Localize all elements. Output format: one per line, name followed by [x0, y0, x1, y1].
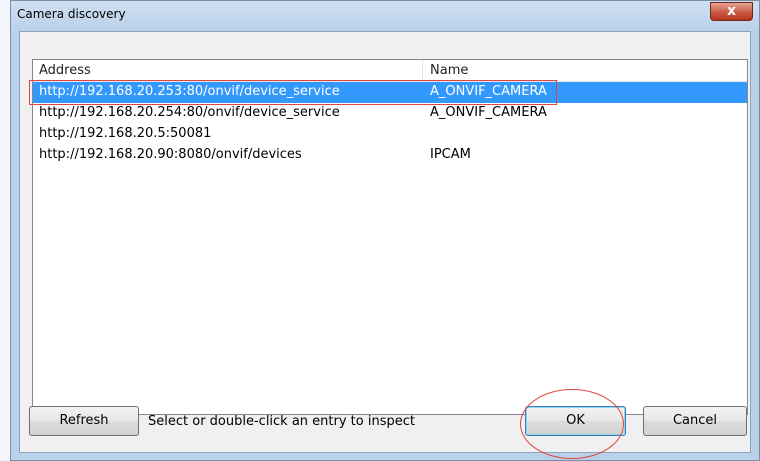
close-button[interactable]: x — [710, 2, 753, 21]
list-item[interactable]: http://192.168.20.254:80/onvif/device_se… — [33, 103, 747, 124]
cancel-button[interactable]: Cancel — [643, 406, 747, 436]
list-item-address: http://192.168.20.253:80/onvif/device_se… — [39, 84, 340, 99]
close-icon: x — [726, 3, 737, 19]
camera-discovery-dialog: Camera discovery x Address Name http://1… — [10, 0, 760, 461]
title-bar[interactable]: Camera discovery x — [11, 1, 759, 31]
status-text: Select or double-click an entry to inspe… — [148, 414, 415, 429]
list-header: Address Name — [33, 60, 747, 82]
list-item-name: A_ONVIF_CAMERA — [430, 84, 547, 99]
list-item-address: http://192.168.20.5:50081 — [39, 126, 212, 141]
list-item[interactable]: http://192.168.20.90:8080/onvif/devices … — [33, 145, 747, 166]
column-header-name[interactable]: Name — [430, 63, 468, 78]
window-title: Camera discovery — [17, 7, 126, 21]
list-item-address: http://192.168.20.254:80/onvif/device_se… — [39, 105, 340, 120]
column-header-address[interactable]: Address — [39, 63, 91, 78]
dialog-client-area: Address Name http://192.168.20.253:80/on… — [19, 31, 751, 453]
list-item-address: http://192.168.20.90:8080/onvif/devices — [39, 147, 302, 162]
refresh-button[interactable]: Refresh — [29, 406, 139, 436]
camera-list[interactable]: Address Name http://192.168.20.253:80/on… — [32, 59, 748, 415]
list-item-name: A_ONVIF_CAMERA — [430, 105, 547, 120]
column-separator[interactable] — [422, 60, 423, 81]
list-item[interactable]: http://192.168.20.253:80/onvif/device_se… — [33, 82, 747, 103]
list-item-name: IPCAM — [430, 147, 471, 162]
desktop-background-strip — [0, 0, 10, 461]
ok-button[interactable]: OK — [525, 406, 626, 436]
list-item[interactable]: http://192.168.20.5:50081 — [33, 124, 747, 145]
